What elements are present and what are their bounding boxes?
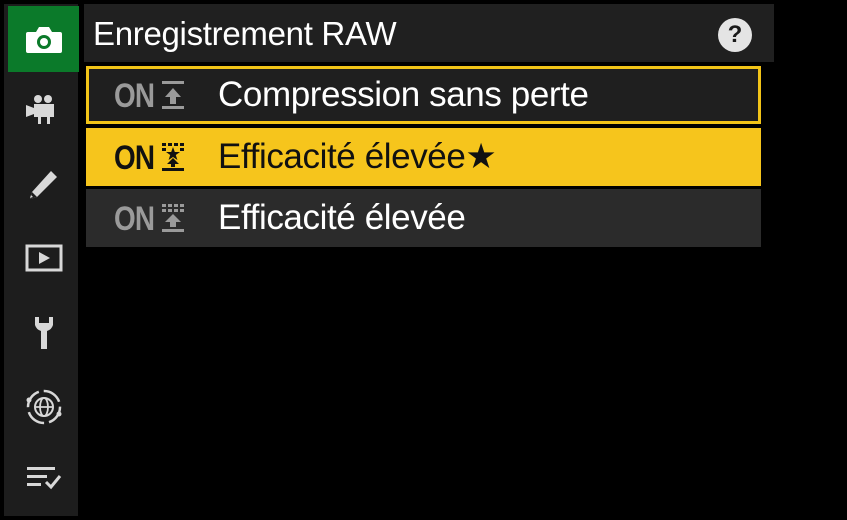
network-globe-icon [26,389,61,425]
movie-camera-icon [25,95,54,124]
tab-my-menu[interactable] [8,444,79,510]
tab-setup-menu[interactable] [8,300,79,366]
tab-photo-shooting-menu[interactable] [8,6,79,72]
menu-tab-sidebar [4,4,79,516]
tab-video-recording-menu[interactable] [8,76,79,142]
lossless-compression-icon [162,81,184,109]
on-label: ON [114,200,155,238]
option-lossless-compression[interactable]: ON Compression sans perte [86,66,761,124]
help-icon[interactable]: ? [718,18,752,52]
option-label: Efficacité élevée★ [218,137,497,176]
high-efficiency-star-icon [162,143,184,171]
option-high-efficiency-star[interactable]: ON Efficacité élevée★ [86,128,761,186]
tab-network-menu[interactable] [8,374,79,440]
camera-icon [25,27,62,53]
tab-custom-settings-menu[interactable] [8,152,79,218]
option-label: Compression sans perte [218,75,589,114]
on-label: ON [114,139,155,177]
camera-menu-screen: Enregistrement RAW ? ON Compression sans… [0,0,847,520]
menu-header: Enregistrement RAW ? [84,4,774,62]
play-icon [25,244,62,272]
checklist-icon [26,467,61,490]
option-label: Efficacité élevée [218,198,466,237]
option-high-efficiency[interactable]: ON Efficacité élevée [86,189,761,247]
tab-playback-menu[interactable] [8,225,79,291]
on-label: ON [114,77,155,115]
page-title: Enregistrement RAW [93,15,397,52]
pencil-icon [29,171,57,199]
wrench-icon [34,317,53,349]
high-efficiency-icon [162,204,184,232]
